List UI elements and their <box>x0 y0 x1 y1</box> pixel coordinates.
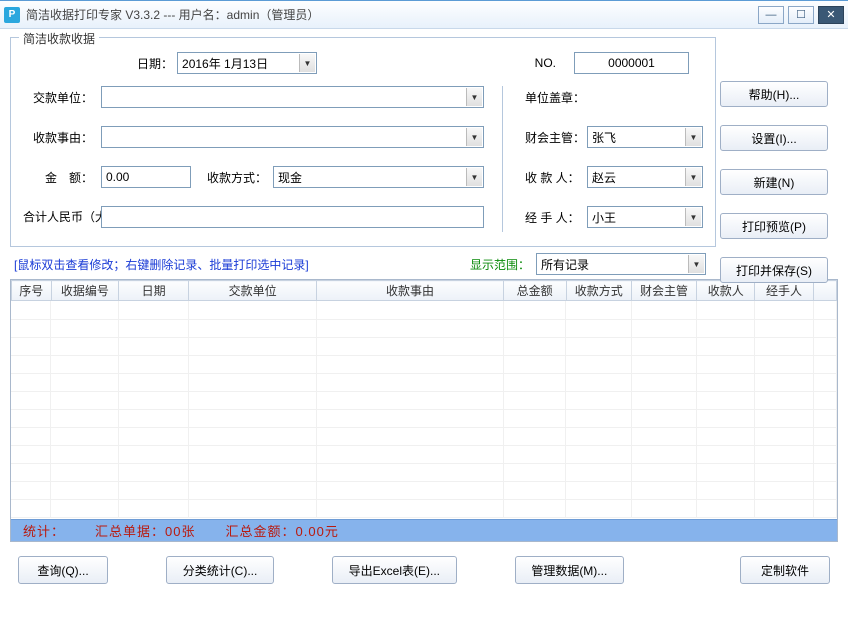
main-content: 简洁收款收据 日期： 2016年 1月13日 ▼ NO. 0000001 交款单… <box>0 29 848 600</box>
amount-input[interactable] <box>101 166 191 188</box>
table-row[interactable] <box>11 319 837 337</box>
grid-header-cell[interactable]: 序号 <box>12 281 52 301</box>
table-row[interactable] <box>11 337 837 355</box>
maximize-button[interactable]: ☐ <box>788 6 814 24</box>
grid-header-cell[interactable]: 总金额 <box>503 281 566 301</box>
summary-amount-label: 汇总金额： <box>226 521 296 540</box>
supervisor-combo[interactable]: 张飞 ▼ <box>587 126 703 148</box>
print-save-button[interactable]: 打印并保存(S) <box>720 257 828 283</box>
no-label: NO. <box>535 56 556 70</box>
table-row[interactable] <box>11 301 837 319</box>
grid-header-cell[interactable]: 财会主管 <box>631 281 696 301</box>
query-button[interactable]: 查询(Q)... <box>18 556 108 584</box>
summary-count-label: 汇总单据： <box>95 521 165 540</box>
table-row[interactable] <box>11 427 837 445</box>
table-row[interactable] <box>11 481 837 499</box>
app-icon: P <box>4 7 20 23</box>
table-row[interactable] <box>11 445 837 463</box>
chevron-down-icon: ▼ <box>688 255 704 273</box>
print-preview-button[interactable]: 打印预览(P) <box>720 213 828 239</box>
date-label: 日期： <box>137 55 173 72</box>
grid-body[interactable] <box>11 301 837 519</box>
handler-combo[interactable]: 小王 ▼ <box>587 206 703 228</box>
amount-cn-label: 合计人民币（大写） <box>23 211 101 223</box>
reason-label: 收款事由： <box>23 129 101 146</box>
scope-combo[interactable]: 所有记录 ▼ <box>536 253 706 275</box>
new-button[interactable]: 新建(N) <box>720 169 828 195</box>
collector-label: 收 款 人： <box>525 169 587 186</box>
supervisor-label: 财会主管： <box>525 129 587 146</box>
summary-bar: 统计： 汇总单据： 00张 汇总金额： 0.00元 <box>11 519 837 541</box>
chevron-down-icon: ▼ <box>685 128 701 146</box>
close-button[interactable]: ✕ <box>818 6 844 24</box>
bottom-toolbar: 查询(Q)... 分类统计(C)... 导出Excel表(E)... 管理数据(… <box>10 542 838 590</box>
grid-header-cell[interactable]: 收款人 <box>697 281 755 301</box>
grid-header-cell[interactable]: 收据编号 <box>51 281 119 301</box>
chevron-down-icon: ▼ <box>685 168 701 186</box>
grid-header-cell[interactable]: 经手人 <box>755 281 813 301</box>
form-right-column: 单位盖章： 财会主管： 张飞 ▼ 收 款 人： 赵云 ▼ <box>503 86 703 232</box>
grid-header-cell[interactable]: 收款方式 <box>566 281 631 301</box>
date-picker[interactable]: 2016年 1月13日 ▼ <box>177 52 317 74</box>
fieldset-legend: 简洁收款收据 <box>19 30 99 47</box>
form-left-column: 交款单位： ▼ 收款事由： ▼ 金 额： <box>23 86 502 232</box>
manage-data-button[interactable]: 管理数据(M)... <box>515 556 624 584</box>
table-row[interactable] <box>11 373 837 391</box>
chevron-down-icon: ▼ <box>466 168 482 186</box>
records-grid: 序号收据编号日期交款单位收款事由总金额收款方式财会主管收款人经手人 统 <box>10 279 838 542</box>
scope-label: 显示范围： <box>470 256 530 273</box>
chevron-down-icon: ▼ <box>299 54 315 72</box>
summary-count: 00张 <box>165 521 195 540</box>
summary-amount: 0.00元 <box>296 521 339 540</box>
table-row[interactable] <box>11 499 837 517</box>
method-label: 收款方式： <box>191 169 273 186</box>
records-toolbar: [鼠标双击查看修改；右键删除记录、批量打印选中记录] 显示范围： 所有记录 ▼ <box>14 253 838 275</box>
table-row[interactable] <box>11 409 837 427</box>
receipt-top-row: 日期： 2016年 1月13日 ▼ NO. 0000001 <box>23 48 703 86</box>
export-excel-button[interactable]: 导出Excel表(E)... <box>332 556 457 584</box>
grid-header: 序号收据编号日期交款单位收款事由总金额收款方式财会主管收款人经手人 <box>11 280 837 301</box>
receipt-number: 0000001 <box>574 52 689 74</box>
table-row[interactable] <box>11 463 837 481</box>
window-title: 简洁收据打印专家 V3.3.2 --- 用户名：admin（管理员） <box>26 6 758 23</box>
table-row[interactable] <box>11 355 837 373</box>
grid-header-cell[interactable]: 收款事由 <box>317 281 503 301</box>
seal-label: 单位盖章： <box>525 89 587 106</box>
grid-header-cell[interactable] <box>813 281 836 301</box>
amount-label: 金 额： <box>23 169 101 186</box>
stats-button[interactable]: 分类统计(C)... <box>166 556 274 584</box>
handler-label: 经 手 人： <box>525 209 587 226</box>
settings-button[interactable]: 设置(I)... <box>720 125 828 151</box>
summary-label: 统计： <box>23 521 65 540</box>
title-bar: P 简洁收据打印专家 V3.3.2 --- 用户名：admin（管理员） — ☐… <box>0 1 848 29</box>
grid-header-cell[interactable]: 交款单位 <box>189 281 317 301</box>
method-combo[interactable]: 现金 ▼ <box>273 166 484 188</box>
collector-combo[interactable]: 赵云 ▼ <box>587 166 703 188</box>
window-controls: — ☐ ✕ <box>758 6 844 24</box>
chevron-down-icon: ▼ <box>466 128 482 146</box>
reason-combo[interactable]: ▼ <box>101 126 484 148</box>
help-button[interactable]: 帮助(H)... <box>720 81 828 107</box>
table-row[interactable] <box>11 391 837 409</box>
chevron-down-icon: ▼ <box>466 88 482 106</box>
custom-software-button[interactable]: 定制软件 <box>740 556 830 584</box>
records-hint: [鼠标双击查看修改；右键删除记录、批量打印选中记录] <box>14 256 309 273</box>
receipt-fieldset: 简洁收款收据 日期： 2016年 1月13日 ▼ NO. 0000001 交款单… <box>10 37 716 247</box>
sidebar-buttons: 帮助(H)... 设置(I)... 新建(N) 打印预览(P) 打印并保存(S) <box>720 81 828 283</box>
payer-label: 交款单位： <box>23 89 101 106</box>
payer-combo[interactable]: ▼ <box>101 86 484 108</box>
amount-cn-input[interactable] <box>101 206 484 228</box>
minimize-button[interactable]: — <box>758 6 784 24</box>
grid-header-cell[interactable]: 日期 <box>119 281 189 301</box>
chevron-down-icon: ▼ <box>685 208 701 226</box>
date-value: 2016年 1月13日 <box>182 55 268 72</box>
